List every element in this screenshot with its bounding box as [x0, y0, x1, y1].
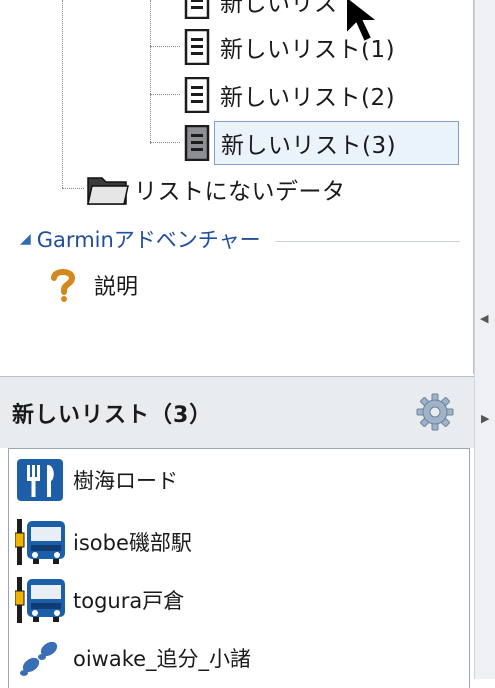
list-tree-panel: 新しいリスト 新しいリスト(1) 新しいリスト(2) 新しいリスト(3) リスト… — [0, 0, 474, 374]
list-item[interactable]: togura戸倉 — [15, 575, 184, 625]
tree-connector — [62, 188, 84, 189]
tree-item-new-list-3[interactable]: 新しいリスト(3) — [184, 120, 460, 166]
tree-connector — [150, 46, 180, 47]
tree-item-label: 新しいリスト(2) — [220, 85, 396, 111]
mouse-cursor-icon — [345, 0, 381, 44]
poi-label: togura戸倉 — [73, 589, 185, 613]
bus-stop-icon — [15, 577, 65, 623]
section-header-label: Garminアドベンチャー — [36, 228, 261, 252]
tree-connector — [62, 0, 63, 188]
collapse-right-arrow-icon[interactable]: ▶ — [481, 412, 489, 425]
section-header-garmin-adventure[interactable]: ◢ Garminアドベンチャー — [20, 224, 460, 254]
document-icon — [184, 77, 210, 113]
tree-item-label: 新しいリスト — [220, 0, 361, 17]
list-item[interactable]: oiwake_追分_小諸 — [15, 633, 251, 683]
tree-connector — [150, 142, 180, 143]
document-icon — [184, 29, 210, 65]
list-item[interactable]: 樹海ロード — [15, 455, 178, 505]
tree-item-new-list[interactable]: 新しいリスト — [184, 0, 361, 24]
poi-label: 樹海ロード — [73, 469, 178, 493]
poi-label: isobe磯部駅 — [73, 531, 192, 555]
list-title: 新しいリスト（3） — [12, 403, 213, 428]
bus-stop-icon — [15, 519, 65, 565]
tree-item-unlisted-data[interactable]: リストにないデータ — [86, 166, 346, 212]
folder-icon — [87, 177, 129, 205]
list-item[interactable]: isobe磯部駅 — [15, 517, 192, 567]
document-icon — [184, 0, 210, 19]
tree-connector — [150, 0, 151, 144]
gear-icon[interactable] — [416, 393, 454, 431]
tree-connector — [150, 94, 180, 95]
tree-item-new-list-2[interactable]: 新しいリスト(2) — [184, 72, 395, 118]
collapse-triangle-icon[interactable]: ◢ — [20, 231, 31, 247]
restaurant-icon — [17, 459, 63, 501]
help-label: 説明 — [94, 275, 139, 300]
footprints-icon — [20, 641, 58, 676]
tree-item-label: リストにないデータ — [134, 179, 346, 205]
tree-item-label[interactable]: 新しいリスト(3) — [214, 121, 460, 165]
help-item[interactable]: 説明 — [50, 265, 138, 305]
document-icon — [184, 125, 210, 161]
panel-splitter[interactable]: ◀ ▶ — [474, 0, 495, 679]
divider — [274, 240, 460, 242]
poi-label: oiwake_追分_小諸 — [73, 647, 252, 671]
poi-list: 樹海ロード isobe磯部駅 togura戸倉 oiwake_追分_小諸 — [8, 448, 470, 688]
question-mark-icon — [51, 269, 76, 302]
list-header: 新しいリスト（3） — [0, 376, 474, 448]
collapse-left-arrow-icon[interactable]: ◀ — [480, 312, 488, 325]
